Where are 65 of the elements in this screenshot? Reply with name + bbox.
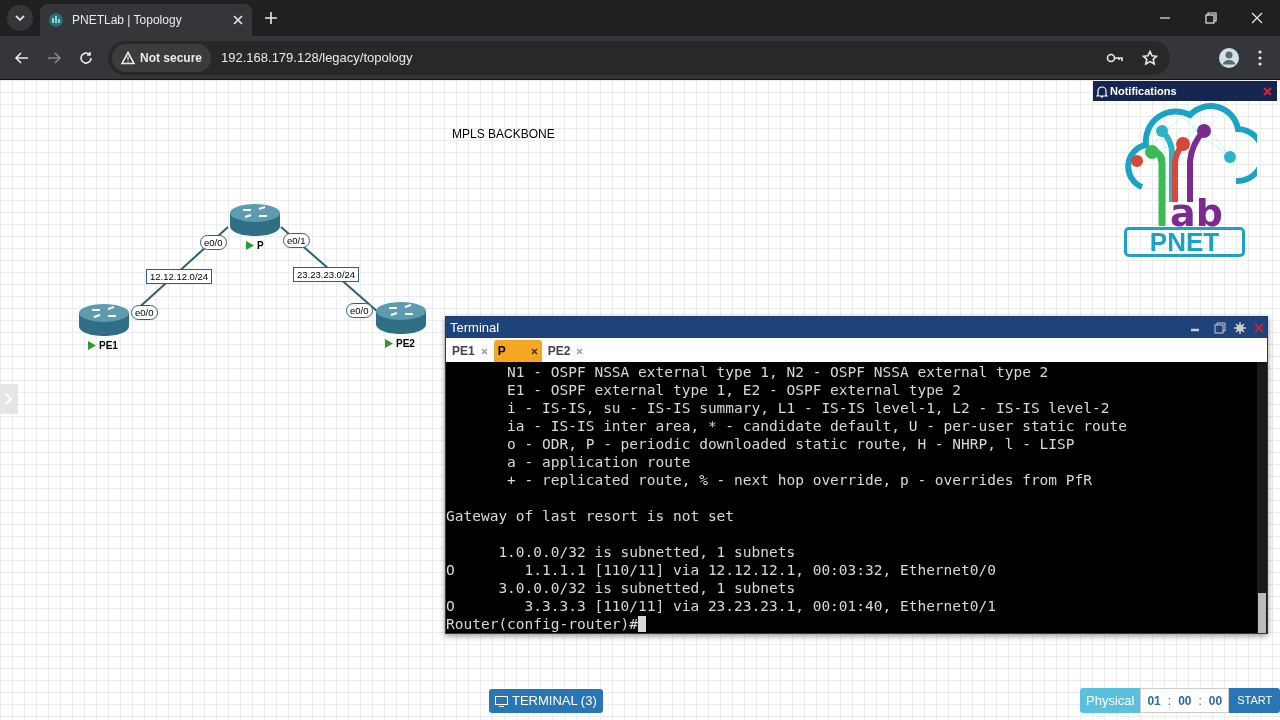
- terminal-line: O 1.1.1.1 [110/11] via 12.12.12.1, 00:03:32, Ethernet0/0: [446, 561, 997, 579]
- router-icon[interactable]: [229, 203, 281, 237]
- terminal-line: i - IS-IS, su - IS-IS summary, L1 - IS-IS level-1, L2 - IS-IS level-2: [506, 399, 1111, 417]
- terminal-tab[interactable]: PE2: [543, 340, 588, 362]
- close-icon[interactable]: [530, 347, 538, 355]
- window-title: Terminal: [450, 318, 501, 337]
- node-name[interactable]: PE2: [396, 336, 415, 351]
- terminal-line: 3.0.0.0/32 is subnetted, 1 subnets: [497, 579, 797, 597]
- node-name[interactable]: P: [257, 238, 264, 253]
- canvas-label: MPLS BACKBONE: [452, 126, 555, 143]
- interface-label: e0/0: [346, 303, 373, 318]
- subnet-label: 23.23.23.0/24: [293, 267, 360, 282]
- router-icon[interactable]: [375, 301, 427, 335]
- timer-separator: :: [1167, 692, 1172, 710]
- terminal-line: Gateway of last resort is not set: [446, 507, 736, 525]
- terminal-line: o - ODR, P - periodic downloaded static route, H - NHRP, l - LISP: [506, 435, 1076, 453]
- terminal-line: a - application route: [506, 453, 692, 471]
- warning-icon: [121, 50, 135, 65]
- terminal-tab[interactable]: PE1: [448, 340, 492, 362]
- start-button[interactable]: START: [1229, 688, 1280, 713]
- tab-search-icon[interactable]: [6, 4, 34, 32]
- terminal-line: O 3.3.3.3 [110/11] via 23.23.23.1, 00:01:40, Ethernet0/1: [446, 597, 997, 615]
- forward-icon[interactable]: [46, 49, 62, 66]
- interface-label: e0/0: [131, 305, 158, 320]
- interface-label: e0/1: [283, 233, 310, 248]
- restore-icon[interactable]: [1205, 12, 1217, 24]
- browser-tab[interactable]: PNETLab | Topology: [40, 4, 252, 36]
- profile-avatar-icon[interactable]: [1218, 46, 1240, 69]
- monitor-icon: [495, 695, 508, 707]
- sidebar-toggle[interactable]: [0, 384, 18, 414]
- terminal-line: 1.0.0.0/32 is subnetted, 1 subnets: [497, 543, 797, 561]
- terminal-line: N1 - OSPF NSSA external type 1, N2 - OSPF NSSA external type 2: [506, 363, 1050, 381]
- notifications-header[interactable]: Notifications: [1093, 81, 1277, 101]
- menu-icon[interactable]: [1258, 49, 1262, 66]
- restore-icon[interactable]: [1214, 321, 1226, 334]
- terminal-line: E1 - OSPF external type 1, E2 - OSPF external type 2: [506, 381, 963, 399]
- new-tab-icon[interactable]: [264, 11, 278, 25]
- settings-icon[interactable]: [1234, 321, 1246, 334]
- router-icon[interactable]: [78, 303, 130, 337]
- site-favicon: [48, 12, 64, 28]
- terminal-button[interactable]: TERMINAL (3): [489, 689, 603, 713]
- terminal-line: ia - IS-IS inter area, * - candidate default, U - per-user static route: [506, 417, 1128, 435]
- security-label: Not secure: [140, 49, 203, 67]
- bell-icon: [1096, 84, 1108, 98]
- url-text[interactable]: 192.168.179.128/legacy/topology: [221, 47, 1096, 68]
- timer-value: 00: [1208, 692, 1223, 710]
- tab-title: PNETLab | Topology: [72, 12, 183, 29]
- notifications-title: Notifications: [1110, 83, 1178, 99]
- subnet-label: 12.12.12.0/24: [146, 269, 213, 284]
- bookmark-star-icon[interactable]: [1142, 49, 1158, 66]
- interface-label: e0/0: [200, 235, 227, 250]
- reload-icon[interactable]: [78, 49, 94, 66]
- scrollbar[interactable]: [1257, 362, 1267, 633]
- terminal-line: + - replicated route, % - next hop override, p - overrides from PfR: [506, 471, 1093, 489]
- timer-field[interactable]: 01 : 00 : 00: [1140, 688, 1230, 713]
- cursor-block: [638, 616, 647, 632]
- back-icon[interactable]: [14, 49, 30, 66]
- security-chip[interactable]: Not secure: [112, 43, 212, 72]
- timer-value: 00: [1178, 692, 1192, 710]
- logo-brand: PNET: [1124, 227, 1245, 257]
- terminal-tab[interactable]: P: [493, 340, 542, 362]
- timer-value: 01: [1147, 692, 1161, 710]
- terminal-prompt: Router(config-router)#: [446, 615, 639, 633]
- node-name[interactable]: PE1: [99, 338, 118, 353]
- timer-separator: :: [1198, 692, 1202, 710]
